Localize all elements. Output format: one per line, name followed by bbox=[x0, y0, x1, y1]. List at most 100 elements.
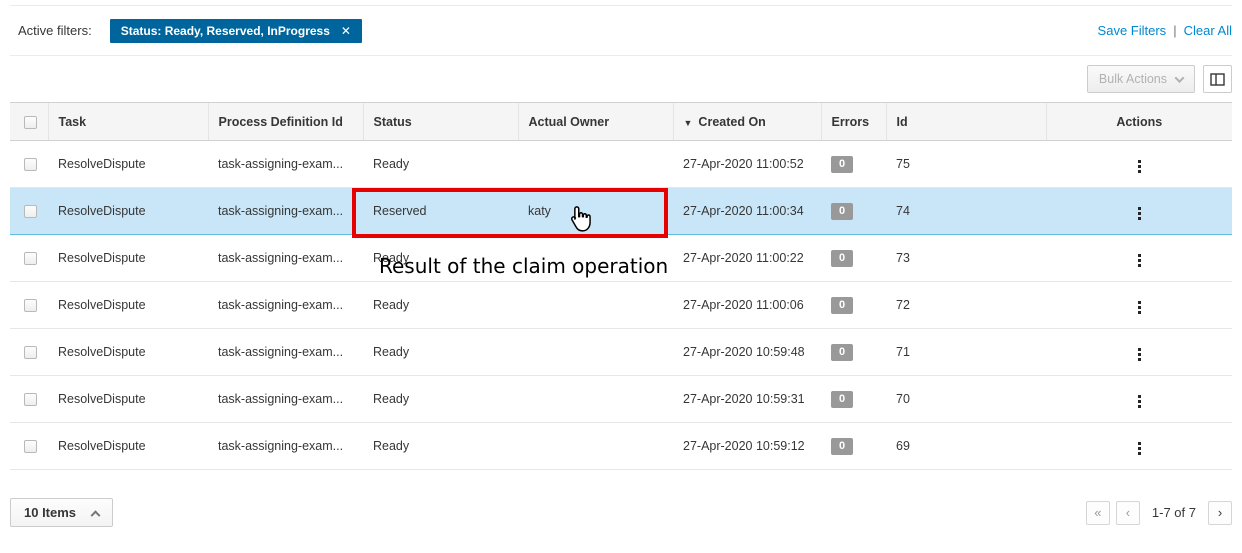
created-on-cell: 27-Apr-2020 11:00:52 bbox=[673, 141, 821, 188]
kebab-menu-button[interactable] bbox=[1132, 344, 1147, 365]
status-cell: Reserved bbox=[363, 188, 518, 235]
claim-annotation-text: Result of the claim operation bbox=[379, 254, 668, 278]
task-cell: ResolveDispute bbox=[48, 423, 208, 470]
owner-cell: katy bbox=[518, 188, 673, 235]
owner-cell bbox=[518, 376, 673, 423]
task-cell: ResolveDispute bbox=[48, 376, 208, 423]
select-all-header bbox=[10, 103, 48, 141]
id-cell: 72 bbox=[886, 282, 1046, 329]
clear-all-link[interactable]: Clear All bbox=[1184, 23, 1232, 38]
owner-cell bbox=[518, 329, 673, 376]
page-size-label: 10 Items bbox=[24, 505, 76, 520]
created-on-cell: 27-Apr-2020 10:59:48 bbox=[673, 329, 821, 376]
sort-desc-icon: ▼ bbox=[684, 118, 693, 128]
kebab-menu-button[interactable] bbox=[1132, 297, 1147, 318]
status-cell: Ready bbox=[363, 423, 518, 470]
table-row[interactable]: ResolveDispute task-assigning-exam... Re… bbox=[10, 376, 1232, 423]
save-filters-link[interactable]: Save Filters bbox=[1098, 23, 1167, 38]
pagination-range: 1-7 of 7 bbox=[1152, 505, 1196, 520]
pagination: « ‹ 1-7 of 7 › bbox=[1086, 501, 1232, 525]
id-cell: 75 bbox=[886, 141, 1046, 188]
chevron-up-icon bbox=[91, 510, 101, 520]
process-definition-cell: task-assigning-exam... bbox=[208, 282, 363, 329]
columns-icon bbox=[1210, 73, 1225, 86]
id-cell: 71 bbox=[886, 329, 1046, 376]
status-cell: Ready bbox=[363, 376, 518, 423]
column-header-process-definition-id[interactable]: Process Definition Id bbox=[208, 103, 363, 141]
owner-cell bbox=[518, 141, 673, 188]
pagination-first-button[interactable]: « bbox=[1086, 501, 1110, 525]
row-checkbox[interactable] bbox=[24, 205, 37, 218]
errors-badge: 0 bbox=[831, 156, 853, 173]
row-checkbox[interactable] bbox=[24, 346, 37, 359]
table-row[interactable]: ResolveDispute task-assigning-exam... Re… bbox=[10, 282, 1232, 329]
table-row[interactable]: ResolveDispute task-assigning-exam... Re… bbox=[10, 423, 1232, 470]
row-checkbox[interactable] bbox=[24, 158, 37, 171]
column-picker-button[interactable] bbox=[1203, 65, 1232, 93]
process-definition-cell: task-assigning-exam... bbox=[208, 376, 363, 423]
table-header-row: Task Process Definition Id Status Actual… bbox=[10, 103, 1232, 141]
process-definition-cell: task-assigning-exam... bbox=[208, 423, 363, 470]
row-checkbox[interactable] bbox=[24, 440, 37, 453]
filter-links: Save Filters | Clear All bbox=[1098, 23, 1232, 38]
process-definition-cell: task-assigning-exam... bbox=[208, 141, 363, 188]
row-checkbox[interactable] bbox=[24, 299, 37, 312]
errors-badge: 0 bbox=[831, 391, 853, 408]
task-cell: ResolveDispute bbox=[48, 235, 208, 282]
filter-chip: Status: Ready, Reserved, InProgress ✕ bbox=[110, 19, 362, 43]
link-divider: | bbox=[1173, 23, 1176, 38]
chip-close-icon[interactable]: ✕ bbox=[341, 25, 351, 37]
owner-cell bbox=[518, 282, 673, 329]
table-row-selected[interactable]: ResolveDispute task-assigning-exam... Re… bbox=[10, 188, 1232, 235]
id-cell: 74 bbox=[886, 188, 1046, 235]
pagination-prev-button[interactable]: ‹ bbox=[1116, 501, 1140, 525]
chevron-right-icon: › bbox=[1218, 505, 1222, 520]
task-table: Task Process Definition Id Status Actual… bbox=[10, 102, 1232, 470]
pagination-next-button[interactable]: › bbox=[1208, 501, 1232, 525]
column-header-actual-owner[interactable]: Actual Owner bbox=[518, 103, 673, 141]
row-checkbox[interactable] bbox=[24, 393, 37, 406]
created-on-cell: 27-Apr-2020 10:59:12 bbox=[673, 423, 821, 470]
process-definition-cell: task-assigning-exam... bbox=[208, 188, 363, 235]
kebab-menu-button[interactable] bbox=[1132, 438, 1147, 459]
id-cell: 73 bbox=[886, 235, 1046, 282]
errors-badge: 0 bbox=[831, 250, 853, 267]
column-header-id[interactable]: Id bbox=[886, 103, 1046, 141]
task-cell: ResolveDispute bbox=[48, 141, 208, 188]
created-on-cell: 27-Apr-2020 11:00:34 bbox=[673, 188, 821, 235]
active-filters-bar: Active filters: Status: Ready, Reserved,… bbox=[10, 6, 1232, 56]
created-on-cell: 27-Apr-2020 11:00:22 bbox=[673, 235, 821, 282]
table-row[interactable]: ResolveDispute task-assigning-exam... Re… bbox=[10, 329, 1232, 376]
kebab-menu-button[interactable] bbox=[1132, 250, 1147, 271]
kebab-menu-button[interactable] bbox=[1132, 156, 1147, 177]
bulk-actions-label: Bulk Actions bbox=[1099, 72, 1167, 86]
filter-chip-label: Status: Ready, Reserved, InProgress bbox=[121, 24, 330, 38]
task-cell: ResolveDispute bbox=[48, 329, 208, 376]
kebab-menu-button[interactable] bbox=[1132, 203, 1147, 224]
column-header-status[interactable]: Status bbox=[363, 103, 518, 141]
active-filters-label: Active filters: bbox=[18, 23, 92, 38]
table-row[interactable]: ResolveDispute task-assigning-exam... Re… bbox=[10, 141, 1232, 188]
id-cell: 70 bbox=[886, 376, 1046, 423]
process-definition-cell: task-assigning-exam... bbox=[208, 235, 363, 282]
status-cell: Ready bbox=[363, 282, 518, 329]
kebab-menu-button[interactable] bbox=[1132, 391, 1147, 412]
table-toolbar: Bulk Actions bbox=[10, 56, 1232, 102]
page-size-button[interactable]: 10 Items bbox=[10, 498, 113, 527]
created-on-cell: 27-Apr-2020 11:00:06 bbox=[673, 282, 821, 329]
bulk-actions-button[interactable]: Bulk Actions bbox=[1087, 65, 1195, 93]
row-checkbox[interactable] bbox=[24, 252, 37, 265]
owner-cell bbox=[518, 423, 673, 470]
errors-badge: 0 bbox=[831, 297, 853, 314]
errors-badge: 0 bbox=[831, 203, 853, 220]
status-cell: Ready bbox=[363, 329, 518, 376]
chevron-left-icon: ‹ bbox=[1126, 505, 1130, 520]
column-header-errors[interactable]: Errors bbox=[821, 103, 886, 141]
task-cell: ResolveDispute bbox=[48, 188, 208, 235]
column-header-created-on[interactable]: ▼Created On bbox=[673, 103, 821, 141]
select-all-checkbox[interactable] bbox=[24, 116, 37, 129]
errors-badge: 0 bbox=[831, 438, 853, 455]
process-definition-cell: task-assigning-exam... bbox=[208, 329, 363, 376]
errors-badge: 0 bbox=[831, 344, 853, 361]
column-header-task[interactable]: Task bbox=[48, 103, 208, 141]
